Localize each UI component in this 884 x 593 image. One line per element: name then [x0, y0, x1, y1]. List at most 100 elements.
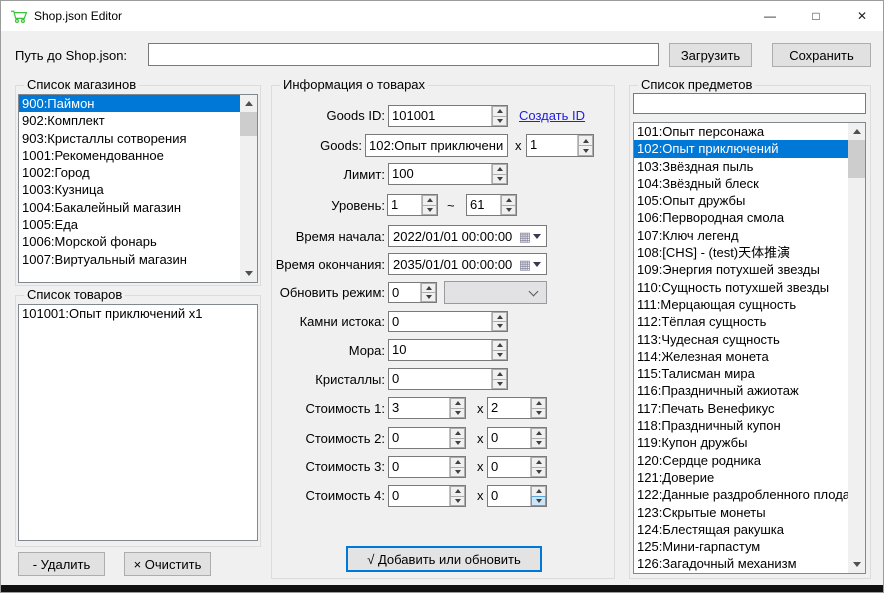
spinner-down-button[interactable]	[422, 205, 437, 216]
scroll-thumb[interactable]	[240, 112, 257, 136]
spinner-down-button[interactable]	[531, 496, 546, 507]
spinner-up-button[interactable]	[531, 486, 546, 496]
item-list-item[interactable]: 121:Доверие	[634, 469, 865, 486]
spinner-down-button[interactable]	[531, 467, 546, 478]
item-list-item[interactable]: 119:Купон дружбы	[634, 434, 865, 451]
spinner-up-button[interactable]	[492, 164, 507, 174]
shop-list-item[interactable]: 903:Кристаллы сотворения	[19, 130, 257, 147]
spinner-up-button[interactable]	[531, 398, 546, 408]
shop-list-item[interactable]: 1004:Бакалейный магазин	[19, 199, 257, 216]
level-min-spinner[interactable]: 1	[387, 194, 438, 216]
item-list-item[interactable]: 111:Мерцающая сущность	[634, 296, 865, 313]
cost4-count-spinner[interactable]: 0	[487, 485, 547, 507]
create-id-link[interactable]: Создать ID	[519, 108, 585, 123]
spinner-down-button[interactable]	[578, 145, 593, 156]
goods-list-item[interactable]: 101001:Опыт приключений x1	[19, 305, 257, 322]
item-list-item[interactable]: 113:Чудесная сущность	[634, 331, 865, 348]
submit-button[interactable]: √ Добавить или обновить	[346, 546, 542, 572]
cost1-item-spinner[interactable]: 3	[388, 397, 466, 419]
shop-list-item[interactable]: 1003:Кузница	[19, 181, 257, 198]
spinner-up-button[interactable]	[450, 457, 465, 467]
shop-list-item[interactable]: 1001:Рекомендованное	[19, 147, 257, 164]
level-max-spinner[interactable]: 61	[466, 194, 517, 216]
refresh-mode-combobox[interactable]	[444, 281, 547, 304]
load-button[interactable]: Загрузить	[669, 43, 752, 67]
cost3-item-spinner[interactable]: 0	[388, 456, 466, 478]
path-input[interactable]	[148, 43, 659, 66]
spinner-up-button[interactable]	[421, 283, 436, 292]
item-list-item[interactable]: 114:Железная монета	[634, 348, 865, 365]
item-list-item[interactable]: 117:Печать Венефикус	[634, 400, 865, 417]
mora-spinner[interactable]: 10	[388, 339, 508, 361]
item-list-item[interactable]: 102:Опыт приключений	[634, 140, 865, 157]
scroll-thumb[interactable]	[848, 140, 865, 178]
spinner-down-button[interactable]	[450, 408, 465, 419]
spinner-up-button[interactable]	[492, 340, 507, 350]
spinner-up-button[interactable]	[578, 135, 593, 145]
close-button[interactable]: ✕	[839, 1, 884, 31]
shop-list-item[interactable]: 1005:Еда	[19, 216, 257, 233]
item-list-item[interactable]: 106:Первородная смола	[634, 209, 865, 226]
cost4-item-spinner[interactable]: 0	[388, 485, 466, 507]
spinner-up-button[interactable]	[492, 369, 507, 379]
item-list-item[interactable]: 126:Загадочный механизм	[634, 555, 865, 572]
primogems-spinner[interactable]: 0	[388, 311, 508, 332]
item-list-item[interactable]: 122:Данные раздробленного плода	[634, 486, 865, 503]
spinner-down-button[interactable]	[450, 496, 465, 507]
item-list-item[interactable]: 108:[CHS] - (test)天体推演	[634, 244, 865, 261]
item-list-item[interactable]: 104:Звёздный блеск	[634, 175, 865, 192]
item-list-item[interactable]: 101:Опыт персонажа	[634, 123, 865, 140]
item-list-item[interactable]: 105:Опыт дружбы	[634, 192, 865, 209]
time-start-picker[interactable]: 2022/01/01 00:00:00 ▦	[388, 225, 547, 247]
spinner-down-button[interactable]	[492, 116, 507, 127]
cost3-count-spinner[interactable]: 0	[487, 456, 547, 478]
spinner-up-button[interactable]	[492, 106, 507, 116]
spinner-up-button[interactable]	[450, 428, 465, 438]
time-end-picker[interactable]: 2035/01/01 00:00:00 ▦	[388, 253, 547, 275]
item-list-item[interactable]: 112:Тёплая сущность	[634, 313, 865, 330]
spinner-down-button[interactable]	[450, 467, 465, 478]
spinner-down-button[interactable]	[501, 205, 516, 216]
shops-scrollbar[interactable]	[240, 95, 257, 282]
spinner-up-button[interactable]	[501, 195, 516, 205]
item-list-item[interactable]: 123:Скрытые монеты	[634, 504, 865, 521]
spinner-up-button[interactable]	[531, 457, 546, 467]
scroll-up-icon[interactable]	[240, 95, 257, 112]
limit-spinner[interactable]: 100	[388, 163, 508, 185]
item-list-item[interactable]: 124:Блестящая ракушка	[634, 521, 865, 538]
scroll-down-icon[interactable]	[848, 556, 865, 573]
cost2-item-spinner[interactable]: 0	[388, 427, 466, 449]
scroll-down-icon[interactable]	[240, 265, 257, 282]
goods-id-spinner[interactable]: 101001	[388, 105, 508, 127]
item-list-item[interactable]: 110:Сущность потухшей звезды	[634, 279, 865, 296]
spinner-down-button[interactable]	[531, 408, 546, 419]
cost2-count-spinner[interactable]: 0	[487, 427, 547, 449]
item-list-item[interactable]: 103:Звёздная пыль	[634, 158, 865, 175]
crystals-spinner[interactable]: 0	[388, 368, 508, 390]
cost1-count-spinner[interactable]: 2	[487, 397, 547, 419]
spinner-up-button[interactable]	[450, 398, 465, 408]
spinner-down-button[interactable]	[531, 438, 546, 449]
spinner-up-button[interactable]	[450, 486, 465, 496]
shop-list-item[interactable]: 1006:Морской фонарь	[19, 233, 257, 250]
spinner-up-button[interactable]	[531, 428, 546, 438]
spinner-down-button[interactable]	[492, 321, 507, 331]
goods-input[interactable]: 102:Опыт приключени	[365, 134, 508, 157]
items-scrollbar[interactable]	[848, 123, 865, 573]
shop-list-item[interactable]: 1007:Виртуальный магазин	[19, 251, 257, 268]
spinner-down-button[interactable]	[492, 174, 507, 185]
spinner-down-button[interactable]	[492, 350, 507, 361]
shop-list-item[interactable]: 902:Комплект	[19, 112, 257, 129]
clear-button[interactable]: × Очистить	[124, 552, 211, 576]
spinner-up-button[interactable]	[422, 195, 437, 205]
item-list-item[interactable]: 107:Ключ легенд	[634, 227, 865, 244]
spinner-down-button[interactable]	[492, 379, 507, 390]
shop-list-item[interactable]: 1002:Город	[19, 164, 257, 181]
item-list-item[interactable]: 109:Энергия потухшей звезды	[634, 261, 865, 278]
spinner-down-button[interactable]	[421, 292, 436, 302]
item-list-item[interactable]: 116:Праздничный ажиотаж	[634, 382, 865, 399]
maximize-button[interactable]: □	[793, 1, 839, 31]
item-list-item[interactable]: 118:Праздничный купон	[634, 417, 865, 434]
save-button[interactable]: Сохранить	[772, 43, 871, 67]
spinner-down-button[interactable]	[450, 438, 465, 449]
